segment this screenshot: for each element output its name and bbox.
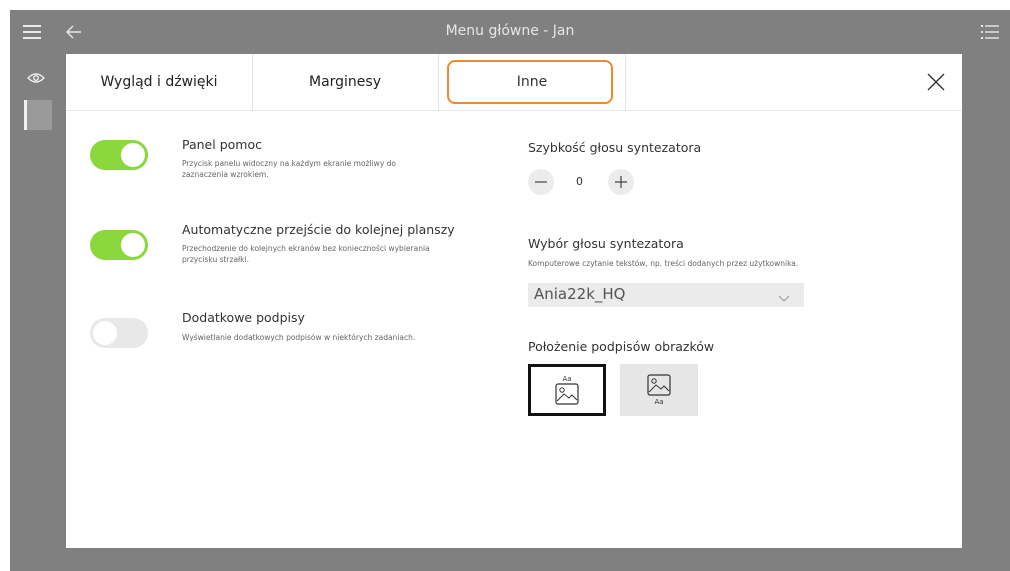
title-bar: Menu główne - Jan <box>10 10 1010 54</box>
voice-selected-value: Ania22k_HQ <box>534 285 626 303</box>
setting-desc: Przechodzenie do kolejnych ekranów bez k… <box>182 244 430 264</box>
caption-top-image-icon: Aa <box>555 375 579 405</box>
caption-position-title: Położenie podpisów obrazków <box>528 339 715 354</box>
setting-desc: Przycisk panelu widoczny na każdym ekran… <box>182 159 396 179</box>
decrease-rate-button[interactable] <box>528 169 554 195</box>
setting-title: Panel pomoc <box>182 137 262 152</box>
toggle-auto-advance[interactable] <box>90 230 148 260</box>
window-title: Menu główne - Jan <box>445 23 575 39</box>
caption-label: Aa <box>654 398 663 406</box>
list-menu-icon[interactable] <box>976 18 1004 46</box>
setting-desc: Wyświetlanie dodatkowych podpisów w niek… <box>182 333 416 342</box>
minus-icon <box>535 181 547 183</box>
speech-rate-title: Szybkość głosu syntezatora <box>528 140 702 155</box>
increase-rate-button[interactable] <box>608 169 634 195</box>
tab-bar: Wygląd i dźwięki Marginesy Inne <box>66 54 962 111</box>
setting-title: Dodatkowe podpisy <box>182 310 305 325</box>
caption-top-option[interactable]: Aa <box>528 364 606 416</box>
chevron-down-icon <box>778 288 790 307</box>
app-window: Menu główne - Jan Wygląd i dźwięki Margi… <box>10 10 1010 571</box>
caption-bottom-image-icon: Aa <box>647 374 671 406</box>
caption-label: Aa <box>562 375 571 383</box>
tab-other[interactable]: Inne <box>438 54 626 110</box>
voice-desc: Komputerowe czytanie tekstów, np. treści… <box>528 259 799 268</box>
voice-title: Wybór głosu syntezatora <box>528 236 684 251</box>
close-button[interactable] <box>920 66 952 98</box>
tab-label: Inne <box>516 74 548 90</box>
tab-margins[interactable]: Marginesy <box>252 54 439 110</box>
settings-panel: Wygląd i dźwięki Marginesy Inne Panel po… <box>66 54 962 548</box>
close-icon <box>927 73 945 91</box>
tab-appearance-sounds[interactable]: Wygląd i dźwięki <box>66 54 253 110</box>
plus-icon <box>615 176 627 188</box>
voice-select[interactable]: Ania22k_HQ <box>528 283 804 307</box>
sidebar-item-active[interactable] <box>24 100 52 130</box>
caption-bottom-option[interactable]: Aa <box>620 364 698 416</box>
tab-label: Marginesy <box>308 74 381 90</box>
toggle-help-panel[interactable] <box>90 140 148 170</box>
toggle-extra-captions[interactable] <box>90 318 148 348</box>
eye-icon[interactable] <box>24 68 48 88</box>
setting-title: Automatyczne przejście do kolejnej plans… <box>182 222 455 237</box>
speech-rate-value: 0 <box>576 175 583 188</box>
tab-label: Wygląd i dźwięki <box>100 74 218 90</box>
